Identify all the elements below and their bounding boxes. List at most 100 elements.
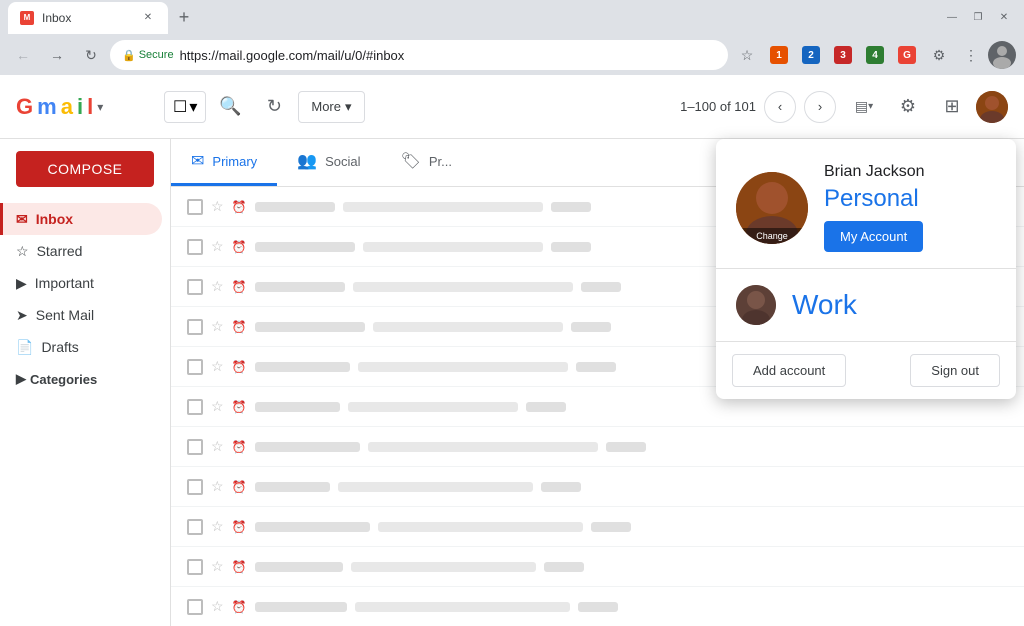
row-star[interactable]: ☆ <box>211 558 224 575</box>
sidebar-item-starred[interactable]: ☆ Starred <box>0 235 162 267</box>
row-important-icon[interactable]: ⏰ <box>232 480 247 494</box>
second-account[interactable]: Work <box>716 269 1016 341</box>
email-row[interactable]: ☆ ⏰ <box>171 427 1024 467</box>
row-important-icon[interactable]: ⏰ <box>232 520 247 534</box>
refresh-button[interactable]: ↻ <box>76 40 106 70</box>
sidebar-item-sent[interactable]: ➤ Sent Mail <box>0 299 162 331</box>
row-checkbox[interactable] <box>187 319 203 335</box>
row-checkbox[interactable] <box>187 559 203 575</box>
row-star[interactable]: ☆ <box>211 478 224 495</box>
row-checkbox[interactable] <box>187 599 203 615</box>
row-date <box>551 242 591 252</box>
drafts-icon: 📄 <box>16 339 33 356</box>
profile-avatar[interactable] <box>976 91 1008 123</box>
sidebar-item-inbox[interactable]: ✉ Inbox <box>0 203 162 235</box>
row-checkbox[interactable] <box>187 439 203 455</box>
url-text: https://mail.google.com/mail/u/0/#inbox <box>180 48 405 63</box>
row-subject <box>348 402 518 412</box>
add-account-button[interactable]: Add account <box>732 354 846 387</box>
refresh-email-button[interactable]: ↻ <box>254 87 294 127</box>
apps-button[interactable]: ⊞ <box>932 87 972 127</box>
row-star[interactable]: ☆ <box>211 438 224 455</box>
row-important-icon[interactable]: ⏰ <box>232 440 247 454</box>
account-footer: Add account Sign out <box>716 341 1016 399</box>
tab-primary[interactable]: ✉ Primary <box>171 139 277 186</box>
row-checkbox[interactable] <box>187 279 203 295</box>
row-checkbox[interactable] <box>187 199 203 215</box>
row-star[interactable]: ☆ <box>211 198 224 215</box>
email-row[interactable]: ☆ ⏰ <box>171 467 1024 507</box>
row-star[interactable]: ☆ <box>211 398 224 415</box>
row-important-icon[interactable]: ⏰ <box>232 600 247 614</box>
more-dropdown-arrow: ▾ <box>345 99 352 115</box>
change-label: Change <box>736 228 808 244</box>
row-checkbox[interactable] <box>187 479 203 495</box>
settings-ext-icon[interactable]: ⚙ <box>924 40 954 70</box>
row-star[interactable]: ☆ <box>211 278 224 295</box>
back-button[interactable]: ← <box>8 40 38 70</box>
row-star[interactable]: ☆ <box>211 238 224 255</box>
more-button[interactable]: More ▾ <box>298 91 364 123</box>
row-star[interactable]: ☆ <box>211 598 224 615</box>
ext-icon-5[interactable]: G <box>892 40 922 70</box>
forward-button[interactable]: → <box>42 40 72 70</box>
tab-close-button[interactable]: ✕ <box>140 10 156 26</box>
row-checkbox[interactable] <box>187 239 203 255</box>
row-important-icon[interactable]: ⏰ <box>232 360 247 374</box>
row-star[interactable]: ☆ <box>211 518 224 535</box>
row-important-icon[interactable]: ⏰ <box>232 280 247 294</box>
search-button[interactable]: 🔍 <box>210 87 250 127</box>
tab-promotions[interactable]: 🏷 Pr... <box>381 139 472 186</box>
ext-icon-3[interactable]: 3 <box>828 40 858 70</box>
toolbar-icons: ☆ 1 2 3 4 G ⚙ ⋮ <box>732 40 1016 70</box>
menu-icon[interactable]: ⋮ <box>956 40 986 70</box>
row-checkbox[interactable] <box>187 359 203 375</box>
bookmark-icon[interactable]: ☆ <box>732 40 762 70</box>
maximize-button[interactable]: ❐ <box>966 6 990 30</box>
ext-icon-1[interactable]: 1 <box>764 40 794 70</box>
row-important-icon[interactable]: ⏰ <box>232 560 247 574</box>
compose-button[interactable]: COMPOSE <box>16 151 154 187</box>
sidebar: COMPOSE ✉ Inbox ☆ Starred ▶ Important ➤ … <box>0 139 170 626</box>
row-important-icon[interactable]: ⏰ <box>232 200 247 214</box>
email-row[interactable]: ☆ ⏰ <box>171 507 1024 547</box>
row-important-icon[interactable]: ⏰ <box>232 400 247 414</box>
row-sender <box>255 522 370 532</box>
sidebar-item-drafts[interactable]: 📄 Drafts <box>0 331 162 363</box>
row-important-icon[interactable]: ⏰ <box>232 240 247 254</box>
sent-label: Sent Mail <box>36 307 94 323</box>
display-density-button[interactable]: ▤ ▾ <box>844 87 884 127</box>
active-tab[interactable]: M Inbox ✕ <box>8 2 168 34</box>
url-bar[interactable]: 🔒 Secure https://mail.google.com/mail/u/… <box>110 40 728 70</box>
ext-icon-4[interactable]: 4 <box>860 40 890 70</box>
pagination-count: 1–100 of 101 <box>680 99 756 114</box>
next-page-button[interactable]: › <box>804 91 836 123</box>
account-avatar-large[interactable]: Change <box>736 172 808 244</box>
profile-avatar-small[interactable] <box>988 41 1016 69</box>
tab-social[interactable]: 👥 Social <box>277 139 380 186</box>
tab-favicon: M <box>20 11 34 25</box>
my-account-button[interactable]: My Account <box>824 221 923 252</box>
select-button[interactable]: ☐ ▾ <box>164 91 206 123</box>
new-tab-button[interactable]: + <box>170 4 198 32</box>
row-important-icon[interactable]: ⏰ <box>232 320 247 334</box>
row-checkbox[interactable] <box>187 519 203 535</box>
email-row[interactable]: ☆ ⏰ <box>171 547 1024 587</box>
gmail-i-letter: a <box>61 94 73 120</box>
row-star[interactable]: ☆ <box>211 318 224 335</box>
starred-label: Starred <box>37 243 83 259</box>
sign-out-button[interactable]: Sign out <box>910 354 1000 387</box>
settings-button[interactable]: ⚙ <box>888 87 928 127</box>
minimize-button[interactable]: — <box>940 6 964 30</box>
profile-avatar-img <box>976 91 1008 123</box>
close-button[interactable]: ✕ <box>992 6 1016 30</box>
row-checkbox[interactable] <box>187 399 203 415</box>
categories-section[interactable]: ▶ Categories <box>0 363 170 395</box>
ext-icon-2[interactable]: 2 <box>796 40 826 70</box>
row-star[interactable]: ☆ <box>211 358 224 375</box>
email-row[interactable]: ☆ ⏰ <box>171 587 1024 626</box>
gmail-logo[interactable]: G m a i l ▾ <box>16 94 156 120</box>
account-dropdown: Change Brian Jackson Personal My Account <box>716 139 1016 399</box>
prev-page-button[interactable]: ‹ <box>764 91 796 123</box>
sidebar-item-important[interactable]: ▶ Important <box>0 267 162 299</box>
